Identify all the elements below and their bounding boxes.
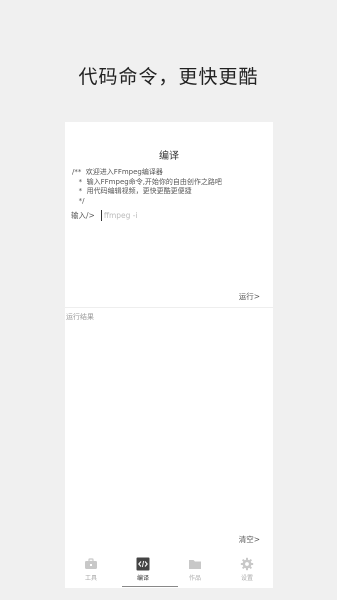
comment-line: * 用代码编辑视频，更快更酷更便捷 (72, 187, 192, 195)
tab-label: 编译 (136, 575, 149, 582)
comment-line: */ (72, 196, 85, 205)
bottom-tab-bar: 工具 编译 作品 设置 (65, 552, 273, 588)
comment-line: /** 欢迎进入FFmpeg编译器 (72, 168, 163, 176)
clear-button[interactable]: 清空> (239, 534, 260, 545)
editor-panel: 编译 /** 欢迎进入FFmpeg编译器 * 输入FFmpeg命令,开始你的自由… (65, 122, 273, 308)
tab-compile[interactable]: 编译 (117, 552, 169, 588)
tab-label: 工具 (84, 575, 97, 582)
active-tab-indicator (122, 586, 178, 587)
toolbox-icon (85, 558, 97, 569)
tab-label: 作品 (188, 575, 201, 582)
gear-icon (240, 557, 254, 571)
welcome-comment: /** 欢迎进入FFmpeg编译器 * 输入FFmpeg命令,开始你的自由创作之… (72, 168, 268, 206)
folder-icon (189, 560, 201, 569)
command-input[interactable] (100, 209, 224, 221)
page-title: 编译 (159, 151, 179, 162)
tab-tools[interactable]: 工具 (65, 552, 117, 588)
tab-label: 设置 (240, 575, 253, 582)
command-input-row: 输入/> (71, 209, 267, 221)
code-icon (136, 557, 150, 571)
result-label: 运行结果 (66, 313, 94, 321)
app-screen: 编译 /** 欢迎进入FFmpeg编译器 * 输入FFmpeg命令,开始你的自由… (65, 122, 273, 588)
headline: 代码命令，更快更酷 (78, 66, 259, 88)
run-button[interactable]: 运行> (239, 291, 260, 302)
input-prompt: 输入/> (71, 210, 95, 220)
tab-works[interactable]: 作品 (169, 552, 221, 588)
tab-settings[interactable]: 设置 (221, 552, 273, 588)
comment-line: * 输入FFmpeg命令,开始你的自由创作之路吧 (72, 177, 222, 186)
